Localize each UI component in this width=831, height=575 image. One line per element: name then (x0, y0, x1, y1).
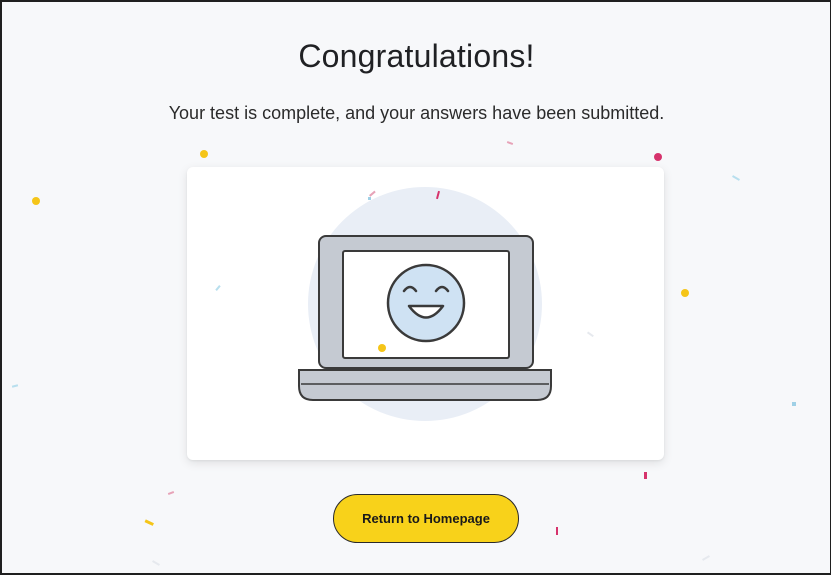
confetti-dot (654, 153, 662, 161)
confetti-piece (506, 141, 514, 145)
confetti-piece (167, 491, 175, 495)
confetti-piece (644, 472, 647, 479)
confetti-piece (152, 560, 160, 566)
laptop-base (298, 369, 552, 401)
smiley-face (386, 263, 466, 343)
illustration-card (187, 167, 664, 460)
confetti-piece (556, 527, 558, 535)
confetti-piece (215, 285, 221, 291)
confetti-piece (586, 331, 594, 338)
completion-message: Your test is complete, and your answers … (168, 103, 665, 123)
laptop-smiley-icon (215, 187, 594, 421)
confetti-dot (200, 150, 208, 158)
completion-screen: Congratulations! Your test is complete, … (0, 0, 831, 575)
confetti-piece (702, 555, 710, 561)
confetti-dot (681, 289, 689, 297)
confetti-piece (11, 384, 19, 388)
return-to-homepage-button[interactable]: Return to Homepage (333, 494, 519, 543)
confetti-piece (368, 197, 371, 200)
confetti-dot (32, 197, 40, 205)
page-title: Congratulations! (298, 38, 535, 74)
confetti-piece (792, 402, 796, 406)
confetti-piece (144, 519, 154, 526)
confetti-piece (369, 190, 376, 197)
confetti-piece (732, 175, 740, 181)
confetti-dot (378, 344, 386, 352)
